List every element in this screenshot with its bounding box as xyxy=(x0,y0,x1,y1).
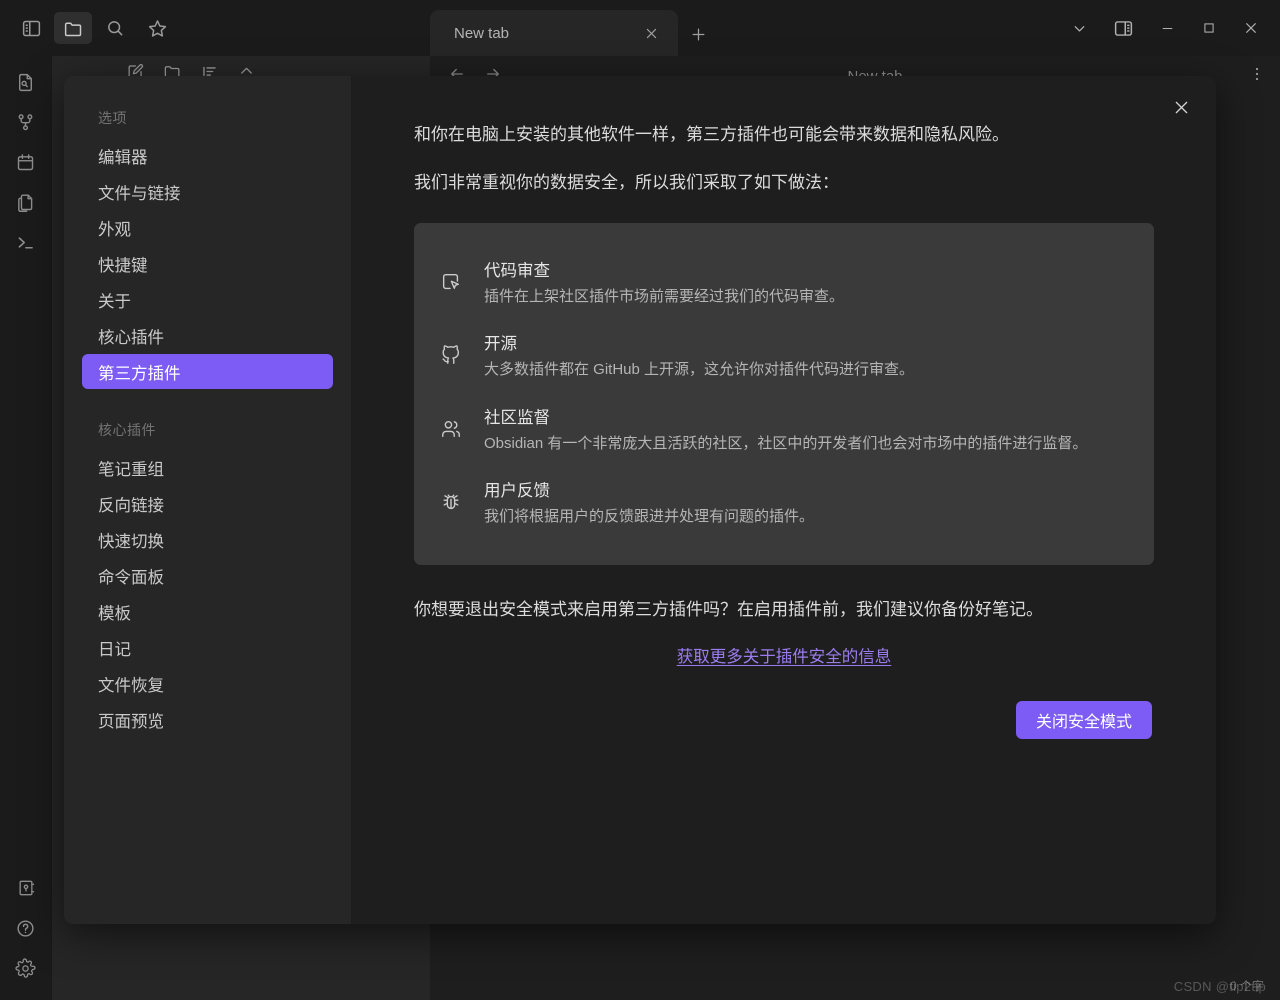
right-sidebar-toggle-icon[interactable] xyxy=(1100,8,1146,48)
users-icon xyxy=(440,404,484,440)
file-search-icon[interactable] xyxy=(6,62,46,102)
feature-desc: Obsidian 有一个非常庞大且活跃的社区，社区中的开发者们也会对市场中的插件… xyxy=(484,434,1088,452)
feature-title: 代码审查 xyxy=(484,261,550,280)
github-icon xyxy=(440,330,484,366)
feature-desc: 大多数插件都在 GitHub 上开源，这允许你对插件代码进行审查。 xyxy=(484,361,915,379)
feature-text: 开源 大多数插件都在 GitHub 上开源，这允许你对插件代码进行审查。 xyxy=(484,330,1128,382)
settings-gear-icon[interactable] xyxy=(6,948,46,988)
maximize-button[interactable] xyxy=(1188,8,1230,48)
sidebar-item-command-palette[interactable]: 命令面板 xyxy=(82,558,333,593)
left-toolbar xyxy=(0,0,430,56)
minimize-button[interactable] xyxy=(1146,8,1188,48)
sidebar-item-about[interactable]: 关于 xyxy=(82,282,333,317)
ribbon-bottom-group xyxy=(6,868,46,988)
copy-files-icon[interactable] xyxy=(6,182,46,222)
status-bar: 0 个字 xyxy=(1214,970,1280,1000)
settings-modal: 选项 编辑器 文件与链接 外观 快捷键 关于 核心插件 第三方插件 核心插件 笔… xyxy=(64,76,1216,924)
feature-desc: 我们将根据用户的反馈跟进并处理有问题的插件。 xyxy=(484,508,815,526)
more-info-row: 获取更多关于插件安全的信息 xyxy=(414,643,1154,667)
settings-sidebar: 选项 编辑器 文件与链接 外观 快捷键 关于 核心插件 第三方插件 核心插件 笔… xyxy=(64,76,352,924)
plugin-security-link[interactable]: 获取更多关于插件安全的信息 xyxy=(677,648,892,666)
intro-paragraph-1: 和你在电脑上安装的其他软件一样，第三方插件也可能会带来数据和隐私风险。 xyxy=(414,125,1009,144)
sidebar-item-quick-switcher[interactable]: 快速切换 xyxy=(82,522,333,557)
sidebar-item-daily-notes[interactable]: 日记 xyxy=(82,630,333,665)
ribbon-top-group xyxy=(6,62,46,262)
word-count-status: 0 个字 xyxy=(1229,978,1264,993)
window-controls xyxy=(1058,0,1280,56)
terminal-icon[interactable] xyxy=(6,222,46,262)
sidebar-item-templates[interactable]: 模板 xyxy=(82,594,333,629)
sidebar-toggle-icon[interactable] xyxy=(12,12,50,44)
sidebar-item-page-preview[interactable]: 页面预览 xyxy=(82,702,333,737)
more-options-icon[interactable] xyxy=(1248,65,1266,88)
safe-mode-prompt: 你想要退出安全模式来启用第三方插件吗？在启用插件前，我们建议你备份好笔记。 xyxy=(414,599,1043,619)
chevron-down-icon[interactable] xyxy=(1058,8,1100,48)
safety-feature-card: 代码审查 插件在上架社区插件市场前需要经过我们的代码审查。 开源 大多数插件都在… xyxy=(414,222,1154,565)
sidebar-item-hotkeys[interactable]: 快捷键 xyxy=(82,246,333,281)
tab-new-tab[interactable]: New tab xyxy=(430,10,678,56)
mouse-pointer-square-icon xyxy=(440,257,484,293)
graph-view-icon[interactable] xyxy=(6,102,46,142)
title-bar: New tab xyxy=(0,0,1280,56)
vault-icon[interactable] xyxy=(6,868,46,908)
star-icon[interactable] xyxy=(138,12,176,44)
tab-title: New tab xyxy=(454,24,510,42)
calendar-icon[interactable] xyxy=(6,142,46,182)
sidebar-item-community-plugins[interactable]: 第三方插件 xyxy=(82,354,333,389)
tab-strip: New tab xyxy=(430,0,1058,56)
sidebar-item-appearance[interactable]: 外观 xyxy=(82,210,333,245)
sidebar-item-file-recovery[interactable]: 文件恢复 xyxy=(82,666,333,701)
feature-item-open-source: 开源 大多数插件都在 GitHub 上开源，这允许你对插件代码进行审查。 xyxy=(440,318,1128,392)
sidebar-group-title-options: 选项 xyxy=(98,110,127,126)
feature-text: 社区监督 Obsidian 有一个非常庞大且活跃的社区，社区中的开发者们也会对市… xyxy=(484,404,1128,456)
sidebar-item-editor[interactable]: 编辑器 xyxy=(82,138,333,173)
new-tab-button[interactable] xyxy=(678,12,718,56)
feature-title: 用户反馈 xyxy=(484,482,550,501)
feature-item-user-feedback: 用户反馈 我们将根据用户的反馈跟进并处理有问题的插件。 xyxy=(440,465,1128,539)
feature-text: 代码审查 插件在上架社区插件市场前需要经过我们的代码审查。 xyxy=(484,257,1128,309)
close-button[interactable] xyxy=(1230,8,1272,48)
intro-paragraph-2: 我们非常重视你的数据安全，所以我们采取了如下做法： xyxy=(414,173,839,193)
sidebar-item-files-and-links[interactable]: 文件与链接 xyxy=(82,174,333,209)
search-icon[interactable] xyxy=(96,12,134,44)
modal-close-icon[interactable] xyxy=(1164,90,1198,124)
sidebar-item-backlinks[interactable]: 反向链接 xyxy=(82,486,333,521)
settings-content: 和你在电脑上安装的其他软件一样，第三方插件也可能会带来数据和隐私风险。 我们非常… xyxy=(352,76,1216,924)
bug-icon xyxy=(440,477,484,513)
feature-title: 社区监督 xyxy=(484,408,550,427)
sidebar-group-title-core-plugins: 核心插件 xyxy=(98,422,156,438)
folder-icon[interactable] xyxy=(54,12,92,44)
sidebar-item-note-composer[interactable]: 笔记重组 xyxy=(82,450,333,485)
action-row: 关闭安全模式 xyxy=(414,701,1154,740)
tab-close-icon[interactable] xyxy=(638,20,664,46)
feature-title: 开源 xyxy=(484,335,517,354)
help-icon[interactable] xyxy=(6,908,46,948)
turn-off-safe-mode-button[interactable]: 关闭安全模式 xyxy=(1015,701,1152,740)
feature-item-community-oversight: 社区监督 Obsidian 有一个非常庞大且活跃的社区，社区中的开发者们也会对市… xyxy=(440,392,1128,466)
feature-text: 用户反馈 我们将根据用户的反馈跟进并处理有问题的插件。 xyxy=(484,477,1128,529)
obsidian-window: New tab 0 个字 CSDN @tip2tip 选项 编辑器 文件与链接 … xyxy=(0,0,1280,1000)
feature-item-code-review: 代码审查 插件在上架社区插件市场前需要经过我们的代码审查。 xyxy=(440,245,1128,319)
feature-desc: 插件在上架社区插件市场前需要经过我们的代码审查。 xyxy=(484,287,845,305)
sidebar-item-core-plugins[interactable]: 核心插件 xyxy=(82,318,333,353)
left-ribbon xyxy=(0,56,52,1000)
